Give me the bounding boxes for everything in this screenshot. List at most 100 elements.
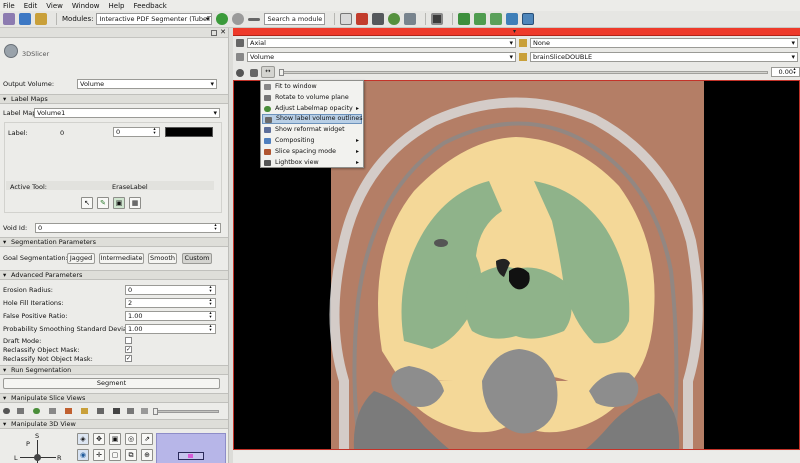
3d-view-thumbnail[interactable] <box>156 433 226 463</box>
view-roll-icon[interactable]: ✥ <box>93 433 105 445</box>
annotation-icon[interactable] <box>49 408 56 414</box>
menu-help[interactable]: Help <box>109 2 125 10</box>
opacity-icon[interactable] <box>33 408 40 414</box>
module-selector[interactable]: Interactive PDF Segmenter (TubeTK) <box>96 13 213 25</box>
menu-item-show-label-outlines[interactable]: Show label volume outlines <box>262 114 363 124</box>
menu-file[interactable]: File <box>3 2 15 10</box>
spacing-icon[interactable] <box>65 408 72 414</box>
editor-icon[interactable] <box>404 13 417 25</box>
smooth-button[interactable]: Smooth <box>148 253 177 264</box>
undock-icon[interactable] <box>211 30 217 36</box>
erase-tool-icon[interactable]: ▦ <box>129 197 141 209</box>
slice-view-red-bar[interactable] <box>233 28 800 36</box>
fiducial-icon[interactable] <box>458 13 471 25</box>
back-arrow-icon[interactable] <box>216 13 229 25</box>
background-select[interactable]: Volume <box>247 52 516 62</box>
label-value-spinbox[interactable]: 0 <box>113 127 160 137</box>
module-list-icon[interactable] <box>248 17 261 21</box>
close-icon[interactable]: ✕ <box>220 28 226 36</box>
collapse-arrow-icon[interactable]: ▾ <box>513 28 516 35</box>
run-segmentation-section[interactable]: Run Segmentation <box>0 365 228 375</box>
compass-s[interactable]: S <box>35 432 39 440</box>
draw-tool-icon[interactable]: ✎ <box>97 197 109 209</box>
view-rock-icon[interactable]: ⇗ <box>141 433 153 445</box>
segmentation-parameters-section[interactable]: Segmentation Parameters <box>0 237 228 247</box>
foreground-layer-icon[interactable] <box>519 39 527 47</box>
custom-button[interactable]: Custom <box>182 253 212 264</box>
label-layer-icon[interactable] <box>519 53 527 61</box>
module-search-input[interactable]: Search a module <box>264 13 326 25</box>
menu-item-adjust-labelmap-opacity[interactable]: Adjust Labelmap opacity ▸ <box>262 104 362 114</box>
slice-offset-handle[interactable] <box>279 69 284 76</box>
visibility-icon[interactable] <box>250 69 258 77</box>
menu-view[interactable]: View <box>46 2 63 10</box>
hole-fill-spinbox[interactable]: 2 <box>125 298 216 308</box>
download-icon[interactable] <box>19 13 31 25</box>
foreground-select[interactable]: None <box>530 38 798 48</box>
output-volume-select[interactable]: Volume <box>77 79 217 89</box>
orientation-compass[interactable]: S P L R A I <box>12 432 72 463</box>
label-maps-section[interactable]: Label Maps <box>0 94 228 104</box>
view-reset-icon[interactable]: ◉ <box>77 449 89 461</box>
menu-item-show-reformat-widget[interactable]: Show reformat widget <box>262 125 362 135</box>
view-axes-icon[interactable]: ⊕ <box>141 449 153 461</box>
crosshair-icon[interactable] <box>522 13 535 25</box>
view-box-icon[interactable]: ▢ <box>109 449 121 461</box>
forward-arrow-icon[interactable] <box>232 13 245 25</box>
more-options-button[interactable]: ↔ <box>261 66 275 78</box>
data-icon[interactable] <box>356 13 369 25</box>
advanced-parameters-section[interactable]: Advanced Parameters <box>0 270 228 280</box>
menu-item-lightbox-view[interactable]: Lightbox view ▸ <box>262 158 362 168</box>
menu-item-fit-to-window[interactable]: Fit to window <box>262 82 362 92</box>
menu-item-slice-spacing-mode[interactable]: Slice spacing mode ▸ <box>262 147 362 157</box>
view-pitch-icon[interactable]: ◈ <box>77 433 89 445</box>
slice-opacity-slider[interactable] <box>153 408 219 415</box>
volumes-icon[interactable] <box>372 13 385 25</box>
lightbox-icon[interactable] <box>141 408 148 414</box>
menu-item-rotate-to-volume-plane[interactable]: Rotate to volume plane <box>262 93 362 103</box>
menu-edit[interactable]: Edit <box>24 2 38 10</box>
view-stereo-icon[interactable]: ⧉ <box>125 449 137 461</box>
view-zoom-icon[interactable]: ▣ <box>109 433 121 445</box>
label-layer-select[interactable]: brainSliceDOUBLE <box>530 52 798 62</box>
pointer-tool-icon[interactable]: ↖ <box>81 197 93 209</box>
draft-mode-checkbox[interactable] <box>125 337 132 344</box>
false-positive-spinbox[interactable]: 1.00 <box>125 311 216 321</box>
view-center-icon[interactable]: ✛ <box>93 449 105 461</box>
reclassify-not-object-checkbox[interactable]: ✓ <box>125 355 132 362</box>
models-icon[interactable] <box>388 13 401 25</box>
menu-feedback[interactable]: Feedback <box>133 2 166 10</box>
segment-button[interactable]: Segment <box>3 378 220 389</box>
menu-item-compositing[interactable]: Compositing ▸ <box>262 136 362 146</box>
sync-icon[interactable] <box>236 69 244 77</box>
link-view-icon[interactable] <box>236 53 244 61</box>
manipulate-3d-view-section[interactable]: Manipulate 3D View <box>0 419 228 429</box>
label-color-swatch[interactable] <box>165 127 213 137</box>
slice-offset-spinbox[interactable]: 0.00 <box>771 67 800 77</box>
intermediate-button[interactable]: Intermediate <box>99 253 144 264</box>
slider-handle[interactable] <box>153 408 158 415</box>
slice-offset-slider[interactable] <box>279 69 768 76</box>
eye-icon[interactable] <box>3 408 10 414</box>
save-icon[interactable] <box>35 13 47 25</box>
compass-r[interactable]: R <box>57 454 62 462</box>
compass-l[interactable]: L <box>14 454 18 462</box>
reclassify-object-checkbox[interactable]: ✓ <box>125 346 132 353</box>
manipulate-slice-views-section[interactable]: Manipulate Slice Views <box>0 393 228 403</box>
screenshot-icon[interactable] <box>127 408 134 414</box>
void-id-spinbox[interactable]: 0 <box>35 223 221 233</box>
ruler-icon[interactable] <box>474 13 487 25</box>
load-data-icon[interactable] <box>3 13 15 25</box>
layout-icon[interactable] <box>431 13 444 25</box>
menu-window[interactable]: Window <box>72 2 100 10</box>
link-icon[interactable] <box>17 408 24 414</box>
pin-icon[interactable] <box>236 39 244 47</box>
prob-smoothing-spinbox[interactable]: 1.00 <box>125 324 216 334</box>
label-map-select[interactable]: Volume1 <box>34 108 220 118</box>
roi-icon[interactable] <box>490 13 503 25</box>
erosion-radius-spinbox[interactable]: 0 <box>125 285 216 295</box>
reformat-icon[interactable] <box>113 408 120 414</box>
crosshair-tool-icon[interactable] <box>81 408 88 414</box>
home-icon[interactable] <box>340 13 353 25</box>
orientation-select[interactable]: Axial <box>247 38 516 48</box>
